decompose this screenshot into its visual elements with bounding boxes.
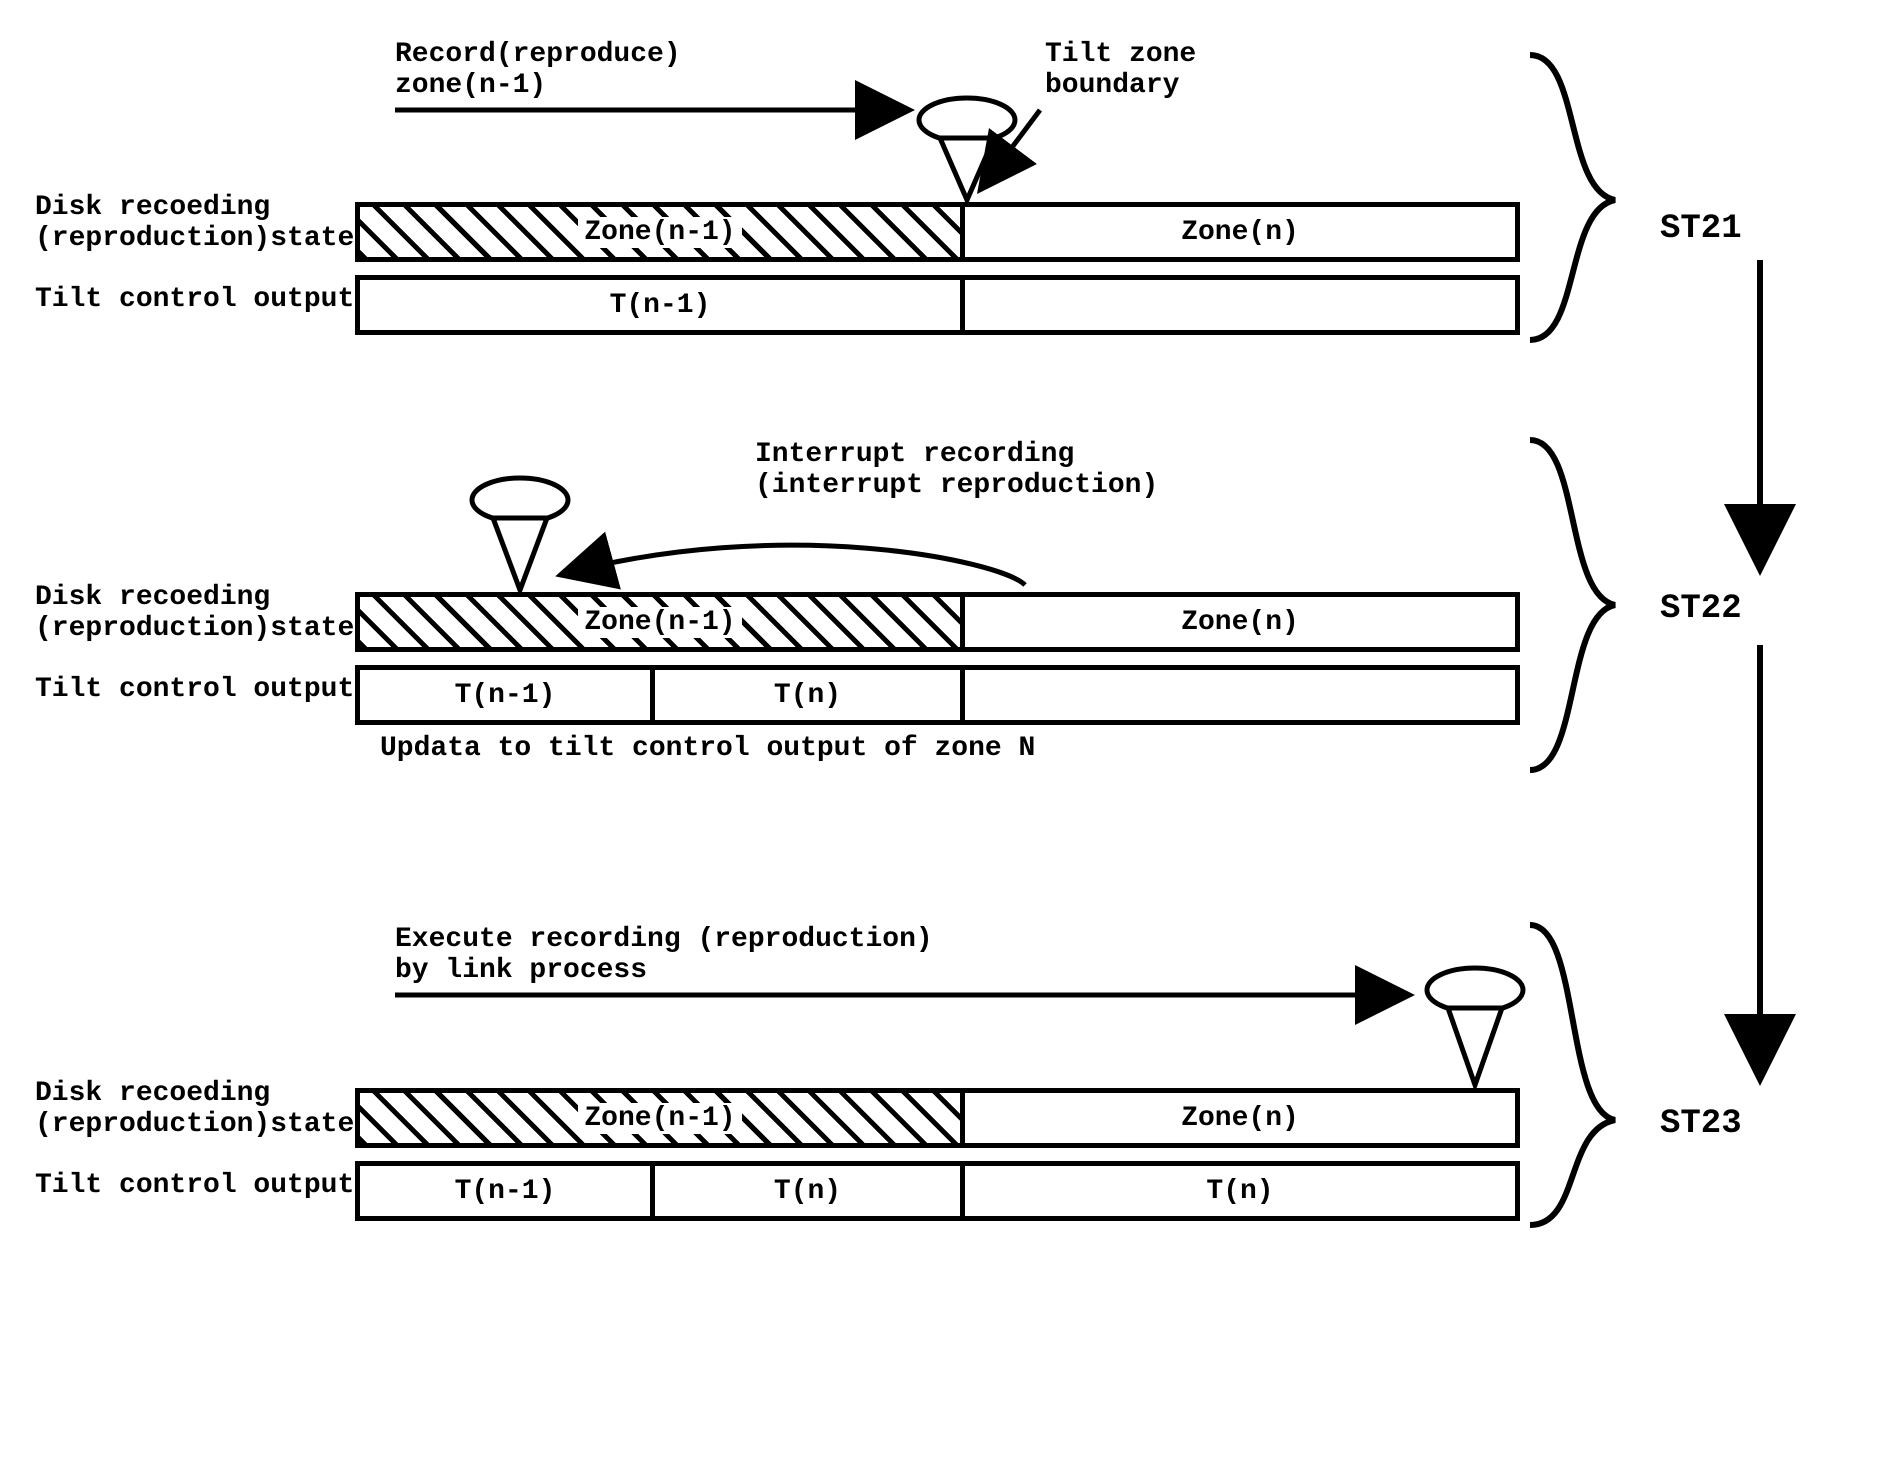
pickup-head-icon-st22 xyxy=(472,478,568,590)
diagram-root: Record(reproduce) zone(n-1) Tilt zone bo… xyxy=(20,30,1840,1450)
pickup-head-icon-st21 xyxy=(919,98,1015,200)
pickup-head-icon-st23 xyxy=(1427,968,1523,1085)
overlay-svg xyxy=(20,30,1840,1450)
